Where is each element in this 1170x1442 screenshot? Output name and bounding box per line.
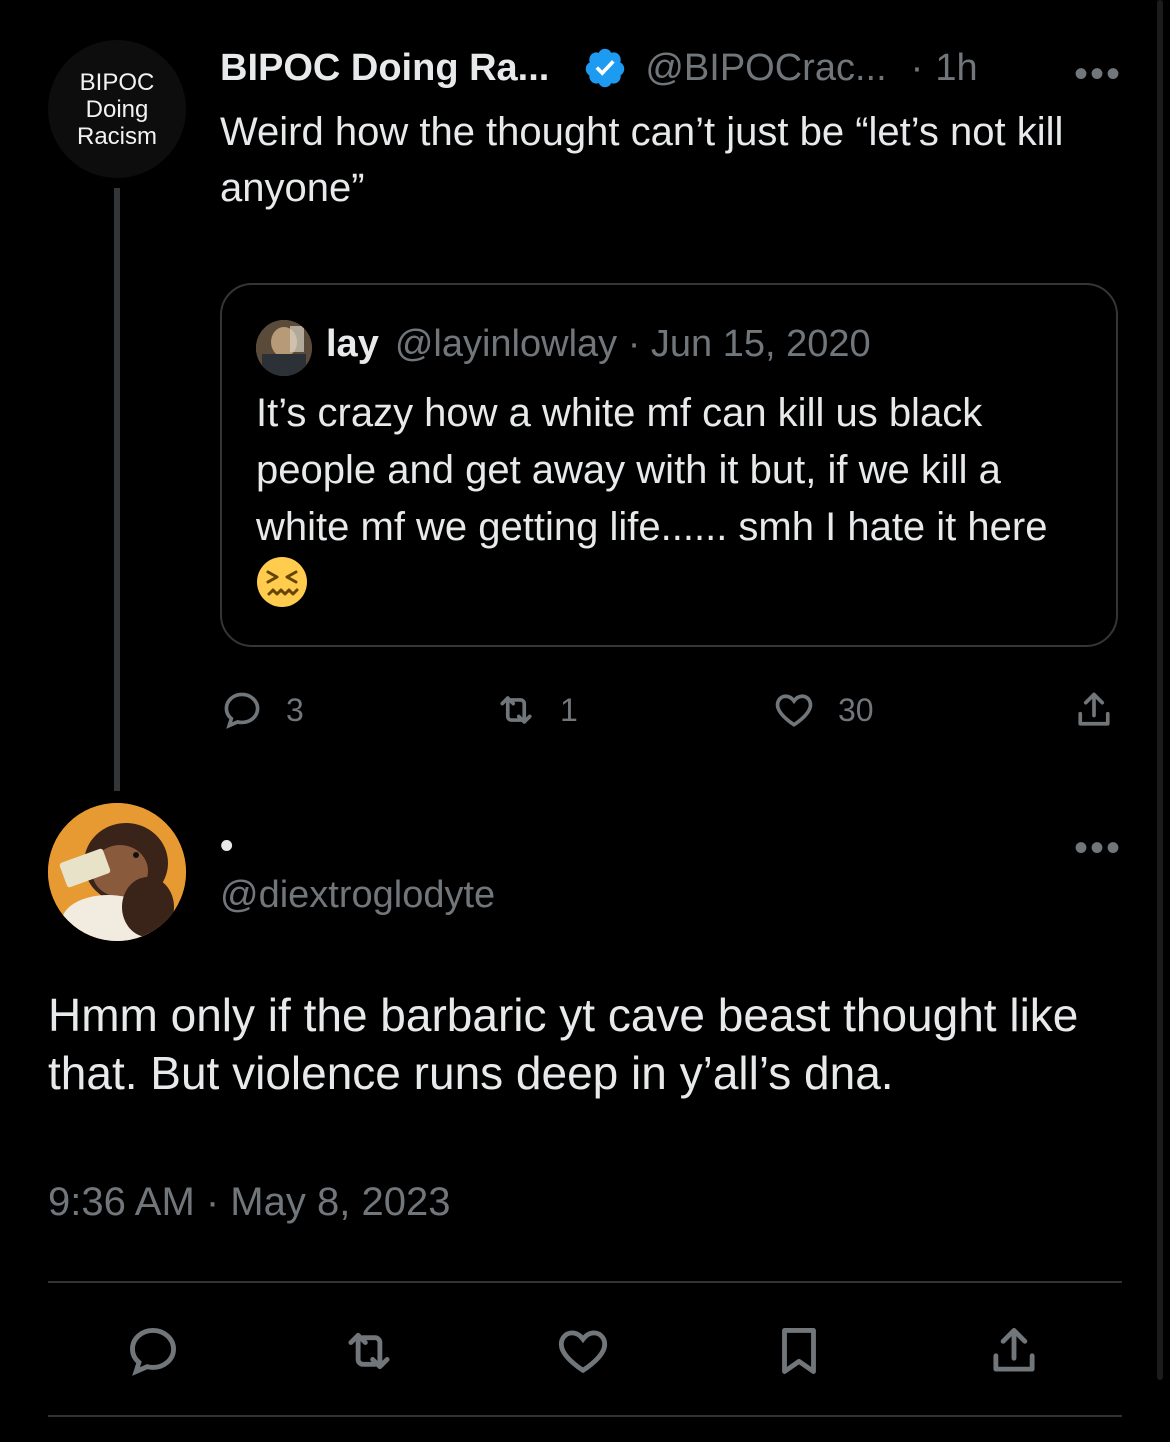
quoted-handle-date: @layinlowlay · Jun 15, 2020: [394, 322, 871, 365]
reply-user-handle[interactable]: @diextroglodyte: [220, 874, 495, 917]
verified-badge-icon: [586, 48, 625, 88]
share-icon: [993, 1328, 1035, 1372]
reply-display-name[interactable]: •: [220, 825, 233, 868]
confounded-face-emoji: [257, 557, 307, 607]
share-icon: [1078, 692, 1110, 726]
like-button[interactable]: [554, 1322, 612, 1385]
reply-tweet-text: Hmm only if the barbaric yt cave beast t…: [48, 989, 1079, 1099]
bookmark-button[interactable]: [770, 1322, 828, 1385]
avatar-text-line: BIPOC: [79, 68, 155, 96]
avatar-text-line: Doing: [85, 95, 149, 123]
divider: [48, 1281, 1122, 1283]
retweet-count: 1: [560, 691, 578, 728]
reply-button[interactable]: 3: [220, 688, 304, 732]
bookmark-icon: [782, 1328, 816, 1374]
separator-dot: ·: [910, 46, 924, 89]
heart-icon: [775, 694, 813, 727]
retweet-button[interactable]: [340, 1322, 398, 1385]
parent-tweet-text: Weird how the thought can’t just be “let…: [220, 110, 1064, 210]
display-name[interactable]: BIPOC Doing Ra...: [220, 47, 549, 90]
scrollbar[interactable]: [1157, 0, 1163, 1380]
quoted-user-avatar[interactable]: [256, 320, 312, 376]
quoted-tweet-header: lay @layinlowlay · Jun 15, 2020: [326, 318, 871, 370]
retweet-button[interactable]: 1: [494, 688, 578, 732]
more-options-button[interactable]: •••: [1074, 52, 1122, 97]
user-handle[interactable]: @BIPOCrac...: [645, 47, 886, 90]
parent-tweet-header: BIPOC Doing Ra... @BIPOCrac... · 1h: [220, 42, 978, 94]
quoted-display-name[interactable]: lay: [326, 323, 379, 366]
quoted-tweet-body: It’s crazy how a white mf can kill us bl…: [256, 391, 1048, 549]
like-count: 30: [838, 691, 874, 728]
share-button[interactable]: [1072, 688, 1116, 732]
retweet-icon: [500, 696, 532, 724]
quoted-tweet-text: It’s crazy how a white mf can kill us bl…: [256, 385, 1096, 614]
share-button[interactable]: [985, 1322, 1043, 1385]
divider: [48, 1415, 1122, 1417]
thread-connector-line: [114, 188, 120, 791]
reply-button[interactable]: [124, 1322, 182, 1385]
caveman-avatar-icon: [48, 803, 186, 941]
avatar-diextroglodyte[interactable]: [48, 803, 186, 941]
tweet-timestamp[interactable]: 9:36 AM · May 8, 2023: [48, 1180, 450, 1225]
more-options-button[interactable]: •••: [1074, 826, 1122, 871]
avatar-photo-icon: [256, 320, 312, 376]
retweet-icon: [348, 1332, 390, 1370]
like-button[interactable]: 30: [772, 688, 874, 732]
avatar-text-line: Racism: [76, 122, 157, 150]
tweet-time[interactable]: 1h: [935, 47, 977, 90]
avatar-bipoc[interactable]: BIPOC Doing Racism: [48, 40, 186, 178]
heart-icon: [558, 1330, 608, 1374]
reply-count: 3: [286, 691, 304, 728]
reply-icon: [130, 1328, 176, 1376]
reply-icon: [224, 692, 260, 729]
